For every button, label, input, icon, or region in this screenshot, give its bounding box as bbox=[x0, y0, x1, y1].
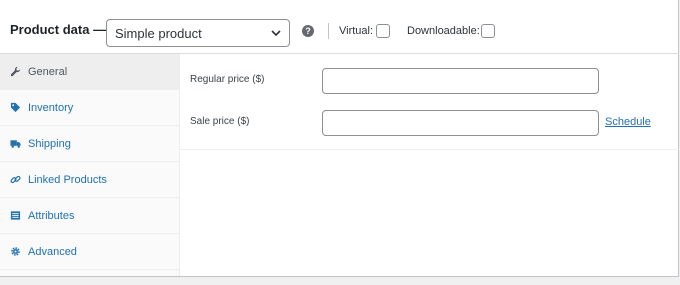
schedule-link[interactable]: Schedule bbox=[605, 116, 651, 128]
metabox-title: Product data — bbox=[10, 22, 107, 37]
wrench-icon bbox=[10, 66, 21, 77]
regular-price-label: Regular price ($) bbox=[190, 74, 265, 85]
downloadable-checkbox[interactable] bbox=[481, 24, 495, 38]
virtual-checkbox[interactable] bbox=[376, 24, 390, 38]
tab-shipping[interactable]: Shipping bbox=[0, 126, 179, 162]
tab-advanced[interactable]: Advanced bbox=[0, 234, 179, 270]
downloadable-label: Downloadable: bbox=[407, 25, 480, 37]
link-icon bbox=[10, 175, 21, 184]
tab-label: Linked Products bbox=[28, 174, 107, 186]
tab-label: General bbox=[28, 66, 68, 78]
product-type-selected: Simple product bbox=[115, 26, 202, 41]
tab-label: Inventory bbox=[28, 102, 74, 114]
product-data-tabs: General Inventory Shipping Linked Produc… bbox=[0, 54, 180, 276]
virtual-label: Virtual: bbox=[339, 25, 374, 37]
sale-price-input[interactable] bbox=[322, 110, 599, 136]
tab-attributes[interactable]: Attributes bbox=[0, 198, 179, 234]
regular-price-input[interactable] bbox=[322, 68, 599, 94]
help-icon[interactable]: ? bbox=[302, 25, 314, 37]
tag-icon bbox=[10, 102, 21, 113]
tab-label: Shipping bbox=[28, 138, 71, 150]
general-options-panel: Regular price ($) Sale price ($) Schedul… bbox=[180, 54, 679, 150]
tab-label: Attributes bbox=[28, 210, 75, 222]
tab-inventory[interactable]: Inventory bbox=[0, 90, 179, 126]
tab-linked-products[interactable]: Linked Products bbox=[0, 162, 179, 198]
product-type-select[interactable]: Simple product bbox=[106, 19, 290, 47]
truck-icon bbox=[10, 140, 21, 148]
gear-icon bbox=[11, 247, 20, 256]
product-data-metabox: Product data — Simple product ? Virtual:… bbox=[0, 0, 679, 277]
list-icon bbox=[10, 211, 21, 220]
product-data-header: Product data — Simple product ? Virtual:… bbox=[0, 0, 679, 54]
header-divider bbox=[328, 23, 329, 39]
tab-general[interactable]: General bbox=[0, 54, 179, 90]
sale-price-label: Sale price ($) bbox=[190, 116, 250, 127]
tab-label: Advanced bbox=[28, 246, 77, 258]
chevron-down-icon bbox=[271, 30, 281, 37]
